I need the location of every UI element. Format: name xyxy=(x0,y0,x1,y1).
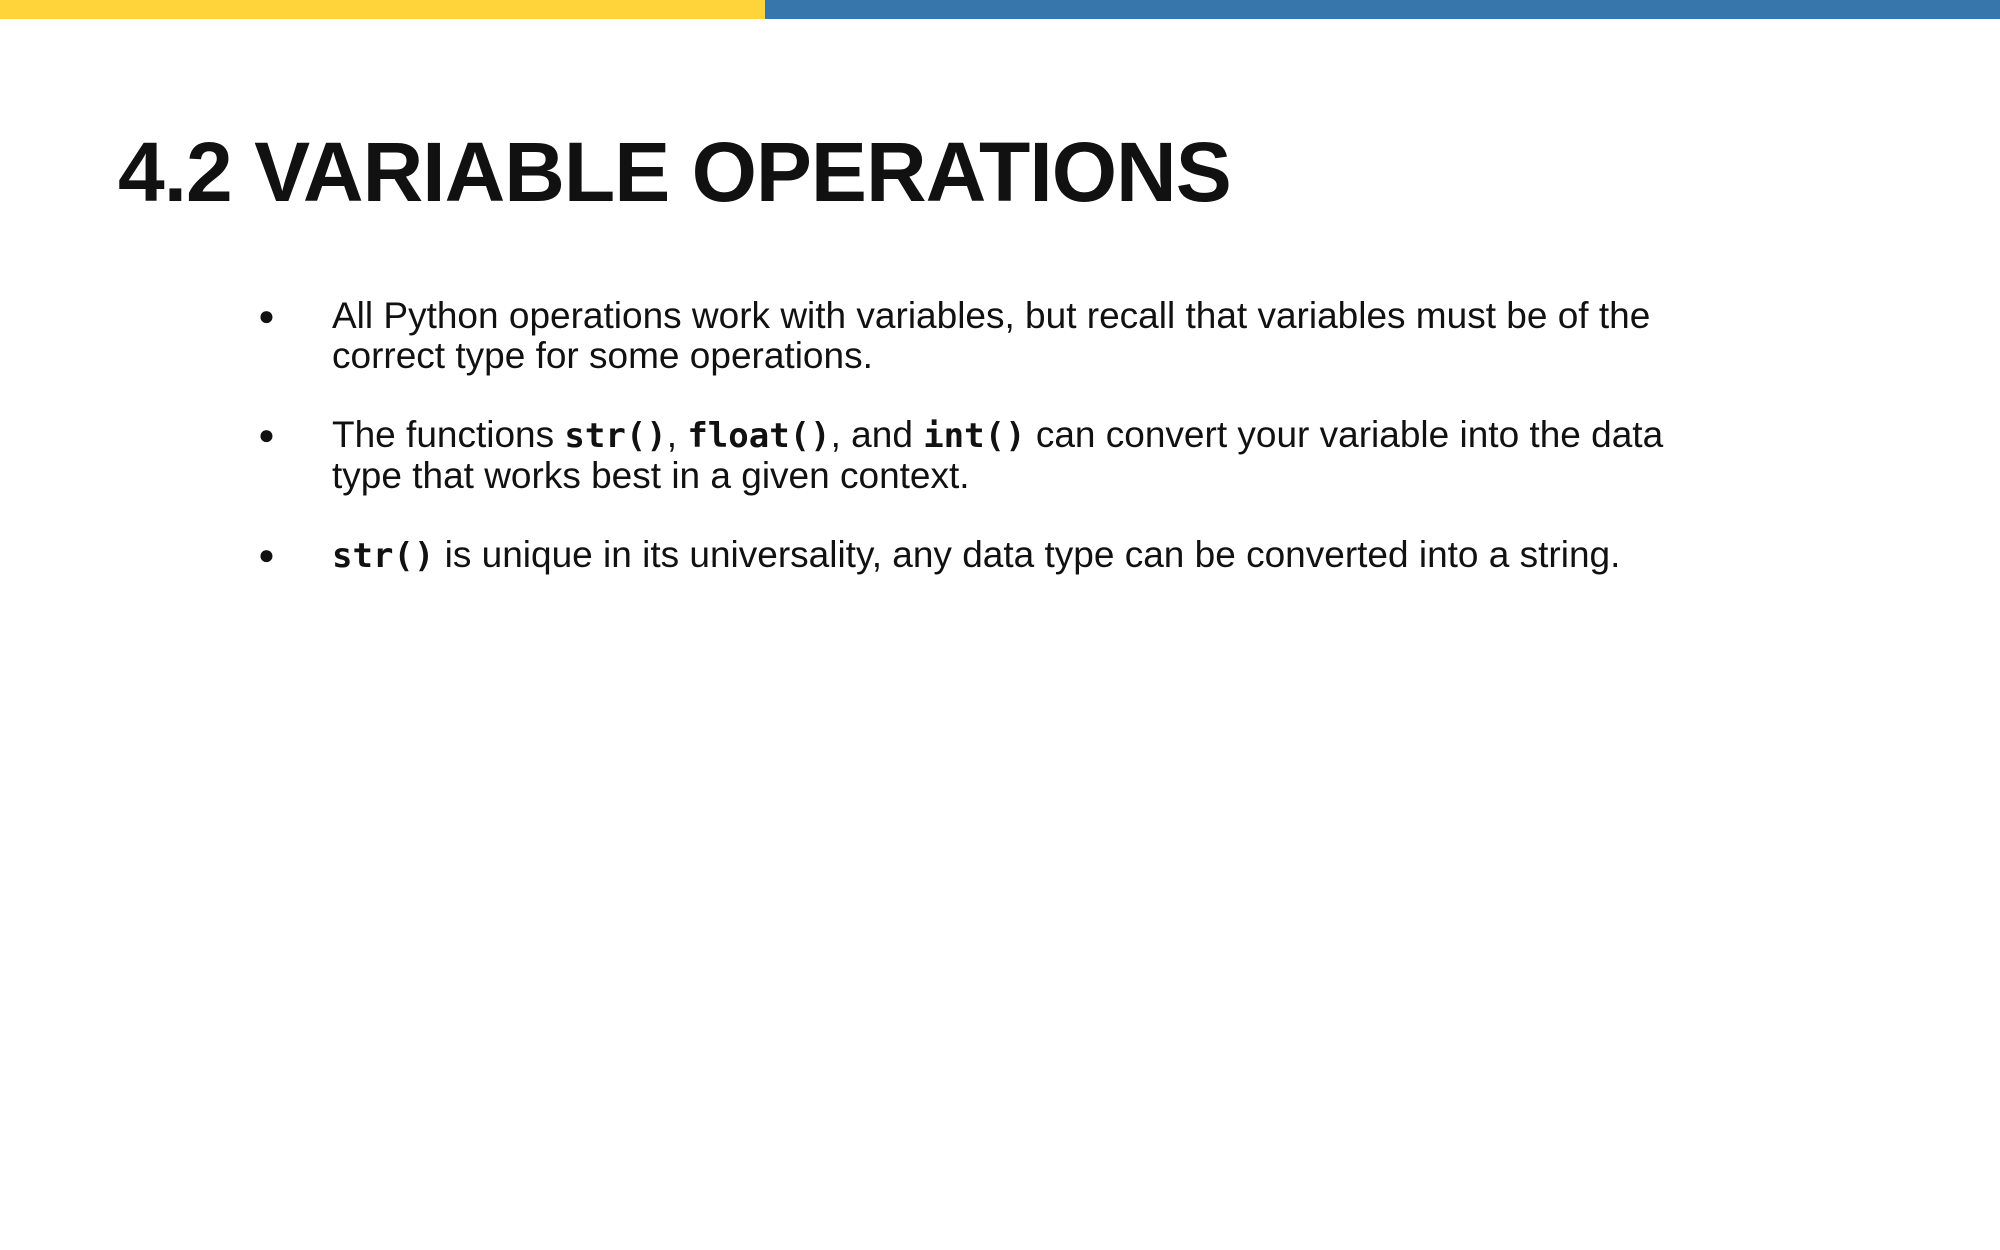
accent-bar-blue xyxy=(765,0,2000,19)
slide-title: 4.2 VARIABLE OPERATIONS xyxy=(118,125,1232,219)
bullet-list: ● All Python operations work with variab… xyxy=(258,296,1738,615)
code-str: str() xyxy=(564,416,667,456)
code-float: float() xyxy=(687,416,831,456)
bullet-item-2: ● The functions str(), float(), and int(… xyxy=(258,415,1738,496)
code-str: str() xyxy=(332,536,435,576)
bullet-text: str() is unique in its universality, any… xyxy=(332,534,1621,577)
bullet-marker: ● xyxy=(258,300,275,331)
bullet-text-segment: , xyxy=(666,414,688,455)
accent-bar-yellow xyxy=(0,0,765,19)
bullet-item-3: ● str() is unique in its universality, a… xyxy=(258,534,1738,577)
bullet-text-segment: is unique in its universality, any data … xyxy=(434,534,1621,575)
code-int: int() xyxy=(923,416,1026,456)
bullet-item-1: ● All Python operations work with variab… xyxy=(258,296,1738,376)
bullet-text-segment: , and xyxy=(830,414,924,455)
top-accent-bar xyxy=(0,0,2000,19)
bullet-marker: ● xyxy=(258,419,275,450)
bullet-marker: ● xyxy=(258,539,275,570)
bullet-text-segment: The functions xyxy=(332,414,565,455)
bullet-text: All Python operations work with variable… xyxy=(332,295,1651,376)
bullet-text: The functions str(), float(), and int() … xyxy=(332,414,1663,496)
